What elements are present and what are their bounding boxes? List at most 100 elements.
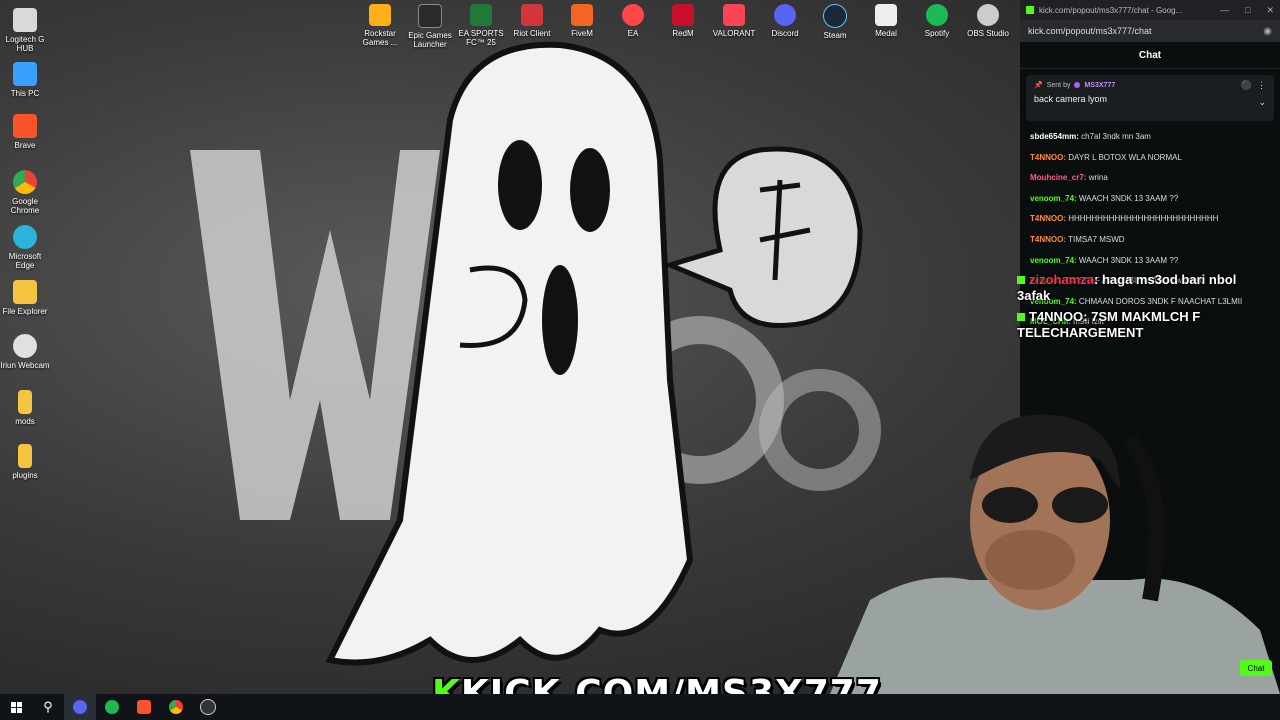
chat-text: WAACH 3NDK 13 3AAM ?? bbox=[1078, 255, 1179, 265]
browser-title: kick.com/popout/ms3x777/chat - Goog... bbox=[1039, 5, 1183, 15]
browser-titlebar[interactable]: kick.com/popout/ms3x777/chat - Goog... —… bbox=[1020, 0, 1280, 20]
taskbar-obs[interactable] bbox=[192, 694, 224, 720]
rockstar-icon bbox=[369, 4, 391, 26]
desktop-icon-iriun[interactable]: Iriun Webcam bbox=[0, 334, 50, 370]
ea-icon bbox=[622, 4, 644, 26]
edge-icon bbox=[13, 225, 37, 249]
taskbar-brave[interactable] bbox=[128, 694, 160, 720]
kick-favicon-icon bbox=[1026, 6, 1034, 14]
more-options-icon[interactable]: ⋮ bbox=[1257, 80, 1266, 91]
discord-icon bbox=[73, 700, 87, 714]
steam-icon bbox=[823, 4, 847, 28]
taskbar: ⚲ bbox=[0, 694, 1280, 720]
minimize-icon[interactable]: — bbox=[1220, 5, 1229, 16]
taskbar-spotify[interactable] bbox=[96, 694, 128, 720]
desktop-icon-riot[interactable]: Riot Client bbox=[507, 4, 557, 38]
search-icon: ⚲ bbox=[43, 699, 53, 714]
desktop-icon-brave[interactable]: Brave bbox=[0, 114, 50, 150]
pc-icon bbox=[13, 62, 37, 86]
desktop-icon-mods[interactable]: mods bbox=[0, 390, 50, 426]
webcam-icon bbox=[13, 334, 37, 358]
chat-username[interactable]: T4NNOO: bbox=[1030, 153, 1066, 162]
spotify-icon bbox=[926, 4, 948, 26]
chat-title: Chat bbox=[1138, 49, 1162, 61]
desktop-icon-medal[interactable]: Medal bbox=[861, 4, 911, 38]
chat-message: venoom_74: WAACH 3NDK 13 3AAM ?? bbox=[1030, 255, 1270, 266]
chat-message: Mouhcine_cr7: wrina bbox=[1030, 172, 1270, 183]
pinned-message[interactable]: 📌 Sent by MS3X777 back camera lyom ⚫ ⋮ ⌄ bbox=[1026, 75, 1274, 121]
epic-icon bbox=[418, 4, 442, 28]
chat-button[interactable]: Chat bbox=[1240, 660, 1272, 676]
desktop-icon-ea[interactable]: EA bbox=[608, 4, 658, 38]
desktop-icon-steam[interactable]: Steam bbox=[810, 4, 860, 40]
desktop-icon-obs[interactable]: OBS Studio bbox=[963, 4, 1013, 38]
spotify-icon bbox=[105, 700, 119, 714]
overlay-chat-line: zizohamza: haga ms3od bari nbol 3afak bbox=[1017, 272, 1237, 303]
desktop-icon-plugins[interactable]: plugins bbox=[0, 444, 50, 480]
obs-icon bbox=[200, 699, 216, 715]
desktop-icon-ea-fc[interactable]: EA SPORTS FC™ 25 bbox=[456, 4, 506, 47]
valorant-icon bbox=[723, 4, 745, 26]
chat-header: Chat bbox=[1020, 42, 1280, 69]
chat-text: ch7al 3ndk mn 3am bbox=[1081, 132, 1151, 141]
chat-username[interactable]: venoom_74: bbox=[1030, 256, 1077, 265]
chat-message: venoom_74: WAACH 3NDK 13 3AAM ?? bbox=[1030, 193, 1270, 204]
overlay-chat-line: T4NNOO: 7SM MAKMLCH F TELECHARGEMENT bbox=[1017, 309, 1201, 340]
desktop-icon-valorant[interactable]: VALORANT bbox=[709, 4, 759, 38]
taskbar-search[interactable]: ⚲ bbox=[32, 694, 64, 720]
chat-username[interactable]: sbde654mm: bbox=[1030, 132, 1079, 141]
chevron-down-icon[interactable]: ⌄ bbox=[1258, 97, 1266, 108]
kick-badge-icon bbox=[1017, 313, 1025, 321]
desktop-icon-spotify[interactable]: Spotify bbox=[912, 4, 962, 38]
webcam-overlay bbox=[830, 400, 1280, 694]
pin-small-icon: 📌 bbox=[1034, 82, 1043, 89]
desktop-icon-fivem[interactable]: FiveM bbox=[557, 4, 607, 38]
chat-text: HHHHHHHHHHHHHHHHHHHHHHHHHH bbox=[1068, 214, 1219, 224]
brave-icon bbox=[137, 700, 151, 714]
taskbar-discord[interactable] bbox=[64, 694, 96, 720]
chat-username[interactable]: venoom_74: bbox=[1030, 194, 1077, 203]
desktop-icon-epic[interactable]: Epic Games Launcher bbox=[405, 4, 455, 49]
eye-off-icon[interactable]: ◉ bbox=[1263, 26, 1272, 37]
close-icon[interactable]: ✕ bbox=[1266, 5, 1274, 16]
obs-icon bbox=[977, 4, 999, 26]
chat-username[interactable]: Mouhcine_cr7: bbox=[1030, 173, 1086, 182]
taskbar-chrome[interactable] bbox=[160, 694, 192, 720]
user-badge-icon bbox=[1074, 82, 1081, 88]
chat-username[interactable]: T4NNOO: bbox=[1030, 235, 1066, 244]
pinned-sender[interactable]: MS3X777 bbox=[1084, 82, 1115, 89]
chat-message: T4NNOO: DAYR L BOTOX WLA NORMAL bbox=[1030, 152, 1270, 163]
windows-start-icon bbox=[10, 701, 22, 713]
maximize-icon[interactable]: □ bbox=[1245, 5, 1250, 16]
window-controls: — □ ✕ bbox=[1220, 5, 1274, 16]
overlay-chat: zizohamza: haga ms3od bari nbol 3afak T4… bbox=[1017, 272, 1267, 346]
medal-icon bbox=[875, 4, 897, 26]
redm-icon bbox=[672, 4, 694, 26]
desktop-icon-logitech[interactable]: Logitech G HUB bbox=[0, 8, 50, 53]
chat-message: T4NNOO: TIMSA7 MSWD bbox=[1030, 234, 1270, 245]
kick-badge-icon bbox=[1017, 276, 1025, 284]
chat-text: wrina bbox=[1088, 173, 1108, 183]
logitech-icon bbox=[13, 8, 37, 32]
folder-icon bbox=[18, 390, 32, 414]
folder-icon bbox=[13, 280, 37, 304]
ea-fc-icon bbox=[470, 4, 492, 26]
address-bar[interactable]: kick.com/popout/ms3x777/chat ◉ bbox=[1020, 20, 1280, 42]
desktop-icon-rockstar[interactable]: Rockstar Games ... bbox=[355, 4, 405, 47]
chat-message: sbde654mm: ch7al 3ndk mn 3am bbox=[1030, 131, 1270, 142]
desktop-icon-redm[interactable]: RedM bbox=[658, 4, 708, 38]
fivem-icon bbox=[571, 4, 593, 26]
desktop-icon-chrome[interactable]: Google Chrome bbox=[0, 170, 50, 215]
desktop-icon-file-explorer[interactable]: File Explorer bbox=[0, 280, 50, 316]
desktop-icon-this-pc[interactable]: This PC bbox=[0, 62, 50, 98]
pin-icon[interactable]: ⚫ bbox=[1241, 80, 1252, 91]
pinned-sent-by: 📌 Sent by MS3X777 bbox=[1034, 81, 1116, 90]
discord-icon bbox=[774, 4, 796, 26]
chat-username[interactable]: T4NNOO: bbox=[1030, 214, 1066, 223]
chrome-icon bbox=[13, 170, 37, 194]
desktop-icon-discord[interactable]: Discord bbox=[760, 4, 810, 38]
start-button[interactable] bbox=[0, 694, 32, 720]
chat-text: WAACH 3NDK 13 3AAM ?? bbox=[1078, 193, 1179, 203]
desktop-icon-edge[interactable]: Microsoft Edge bbox=[0, 225, 50, 270]
chat-text: TIMSA7 MSWD bbox=[1068, 234, 1125, 244]
